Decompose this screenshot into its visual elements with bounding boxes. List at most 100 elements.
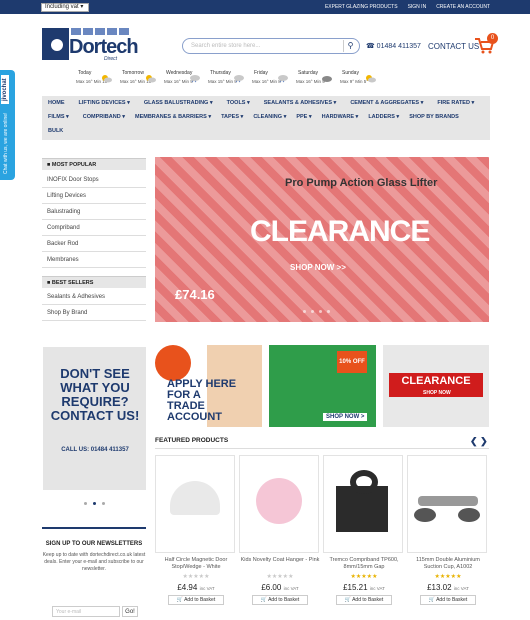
product-image[interactable] xyxy=(239,455,319,553)
trade-account-promo[interactable]: APPLY HERE FOR A TRADE ACCOUNT xyxy=(155,345,262,427)
nav-hardware[interactable]: HARDWARE ▾ xyxy=(322,114,359,120)
contact-us-ad[interactable]: DON'T SEE WHAT YOU REQUIRE? CONTACT US! … xyxy=(43,347,146,490)
nav-compriband[interactable]: COMPRIBAND ▾ xyxy=(83,114,125,120)
sidebar-item-shop-by-brand[interactable]: Shop By Brand xyxy=(42,306,146,321)
price-vat-label: inc VAT xyxy=(369,586,385,591)
newsletter-go-button[interactable]: Go! xyxy=(122,606,138,617)
nav-shop-by-brands[interactable]: SHOP BY BRANDS xyxy=(409,114,459,120)
basket-label: Add to Basket xyxy=(184,597,216,603)
nav-bulk[interactable]: BULK xyxy=(48,128,63,134)
prev-arrow-icon[interactable]: ❮ xyxy=(470,436,478,446)
weather-day-name: Saturday xyxy=(298,70,319,76)
unger-shop-now: SHOP NOW > xyxy=(323,413,368,421)
sidebar-item-sealants[interactable]: Sealants & Adhesives xyxy=(42,290,146,305)
featured-products-title: FEATURED PRODUCTS xyxy=(155,437,229,444)
add-to-basket-button[interactable]: 🛒 Add to Basket xyxy=(252,595,308,605)
product-price: £4.94 inc VAT xyxy=(155,583,237,592)
product-price-value: £13.02 xyxy=(427,583,452,592)
product-name[interactable]: Half Circle Magnetic Door Stop/Wedge - W… xyxy=(155,557,237,573)
nav-tapes[interactable]: TAPES ▾ xyxy=(221,114,243,120)
cart-icon[interactable]: 0 xyxy=(474,33,498,54)
product-name[interactable]: 115mm Double Aluminium Suction Cup, A100… xyxy=(407,557,489,573)
sidebar-item-backer-rod[interactable]: Backer Rod xyxy=(42,237,146,252)
basket-label: Add to Basket xyxy=(268,597,300,603)
nav-tools[interactable]: TOOLS ▾ xyxy=(227,100,250,106)
add-to-basket-button[interactable]: 🛒 Add to Basket xyxy=(168,595,224,605)
nav-cleaning[interactable]: CLEANING ▾ xyxy=(253,114,286,120)
best-sellers-heading: ■ BEST SELLERS xyxy=(42,276,146,288)
nav-sealants[interactable]: SEALANTS & ADHESIVES ▾ xyxy=(264,100,337,106)
sidebar-item-door-stops[interactable]: INOFIX Door Stops xyxy=(42,173,146,188)
product-name[interactable]: Tremco Compriband TP600, 8mm/15mm Gap xyxy=(323,557,405,573)
dortech-logo[interactable]: Dortech Direct xyxy=(42,28,157,64)
newsletter-title: SIGN UP TO OUR NEWSLETTERS xyxy=(45,541,143,547)
most-popular-title: MOST POPULAR xyxy=(51,162,97,168)
chat-label: Chat with us, we are online! xyxy=(3,112,9,174)
rain-cloud-icon xyxy=(234,75,244,83)
contact-us-link[interactable]: CONTACT US xyxy=(428,42,479,51)
add-to-basket-button[interactable]: 🛒 Add to Basket xyxy=(336,595,392,605)
weather-day-name: Sunday xyxy=(342,70,359,76)
product-price: £15.21 inc VAT xyxy=(323,583,405,592)
sidebar-item-membranes[interactable]: Membranes xyxy=(42,253,146,268)
weather-day: Tomorrow Max 16° Min 10° xyxy=(114,70,158,94)
price-vat-label: inc VAT xyxy=(199,586,215,591)
nav-glass-balustrading[interactable]: GLASS BALUSTRADING ▾ xyxy=(144,100,213,106)
product-image[interactable] xyxy=(323,455,403,553)
nav-ladders[interactable]: LADDERS ▾ xyxy=(368,114,399,120)
weather-forecast: Today Max 16° Min 10° Tomorrow Max 16° Min… xyxy=(70,70,378,94)
clearance-banner[interactable]: Pro Pump Action Glass Lifter CLEARANCE S… xyxy=(155,157,489,322)
product-rating: ★★★★★ xyxy=(434,574,462,580)
search-input[interactable]: Search entire store here... xyxy=(191,43,260,49)
product-name[interactable]: Kids Novelty Coat Hanger - Pink xyxy=(239,557,321,573)
basket-label: Add to Basket xyxy=(436,597,468,603)
sidebar-item-lifting-devices[interactable]: Lifting Devices xyxy=(42,189,146,204)
nav-fire-rated[interactable]: FIRE RATED ▾ xyxy=(437,100,474,106)
product-image[interactable] xyxy=(407,455,487,553)
newsletter-email-input[interactable]: Your e-mail xyxy=(52,606,120,617)
expert-glazing-link[interactable]: EXPERT GLAZING PRODUCTS xyxy=(325,4,398,10)
chat-widget[interactable]: jivochat Chat with us, we are online! xyxy=(0,70,15,180)
unger-promo[interactable]: 10% OFF SHOP NOW > xyxy=(269,345,376,427)
product-rating: ★★★★★ xyxy=(182,574,210,580)
vat-select[interactable]: Including vat ▾ xyxy=(41,3,89,12)
clearance-promo[interactable]: CLEARANCE SHOP NOW xyxy=(383,345,489,427)
sign-in-link[interactable]: SIGN IN xyxy=(408,4,427,10)
price-vat-label: inc VAT xyxy=(453,586,469,591)
weather-day: Today Max 16° Min 10° xyxy=(70,70,114,94)
nav-lifting-devices[interactable]: LIFTING DEVICES ▾ xyxy=(79,100,130,106)
rain-cloud-icon xyxy=(278,75,288,83)
next-arrow-icon[interactable]: ❯ xyxy=(480,436,488,446)
add-to-basket-button[interactable]: 🛒 Add to Basket xyxy=(420,595,476,605)
sidebar-item-balustrading[interactable]: Balustrading xyxy=(42,205,146,220)
product-card[interactable]: Half Circle Magnetic Door Stop/Wedge - W… xyxy=(155,455,237,617)
phone-text: 01484 411357 xyxy=(376,43,421,50)
product-card[interactable]: 115mm Double Aluminium Suction Cup, A100… xyxy=(407,455,489,617)
top-bar: Including vat ▾ EXPERT GLAZING PRODUCTS … xyxy=(0,0,530,14)
create-account-link[interactable]: CREATE AN ACCOUNT xyxy=(436,4,490,10)
vat-select-label: Including vat xyxy=(45,4,79,10)
product-price: £13.02 inc VAT xyxy=(407,583,489,592)
cart-count: 0 xyxy=(487,33,498,44)
product-rating: ★★★★★ xyxy=(266,574,294,580)
weather-day: Saturday Max 16° Min 9° xyxy=(290,70,334,94)
banner-shop-now[interactable]: SHOP NOW >> xyxy=(290,263,346,272)
product-price-value: £6.00 xyxy=(261,583,282,592)
trade-account-text: APPLY HERE FOR A TRADE ACCOUNT xyxy=(167,378,237,423)
banner-carousel-dots[interactable] xyxy=(303,310,330,313)
product-image[interactable] xyxy=(155,455,235,553)
weather-day-name: Thursday xyxy=(210,70,231,76)
weather-day-name: Today xyxy=(78,70,92,76)
search-icon[interactable]: ⚲ xyxy=(343,40,357,52)
product-rating: ★★★★★ xyxy=(350,574,378,580)
nav-cement[interactable]: CEMENT & AGGREGATES ▾ xyxy=(350,100,423,106)
weather-day: Friday Max 16° Min 8° xyxy=(246,70,290,94)
sidebar-item-compriband[interactable]: Compriband xyxy=(42,221,146,236)
nav-membranes[interactable]: MEMBRANES & BARRIERS ▾ xyxy=(135,114,211,120)
nav-home[interactable]: HOME xyxy=(48,100,65,106)
product-card[interactable]: Kids Novelty Coat Hanger - Pink ★★★★★ £6… xyxy=(239,455,321,617)
nav-films[interactable]: FILMS ▾ xyxy=(48,114,69,120)
product-card[interactable]: Tremco Compriband TP600, 8mm/15mm Gap ★★… xyxy=(323,455,405,617)
nav-ppe[interactable]: PPE ▾ xyxy=(296,114,311,120)
ad-carousel-dots[interactable] xyxy=(84,502,105,505)
